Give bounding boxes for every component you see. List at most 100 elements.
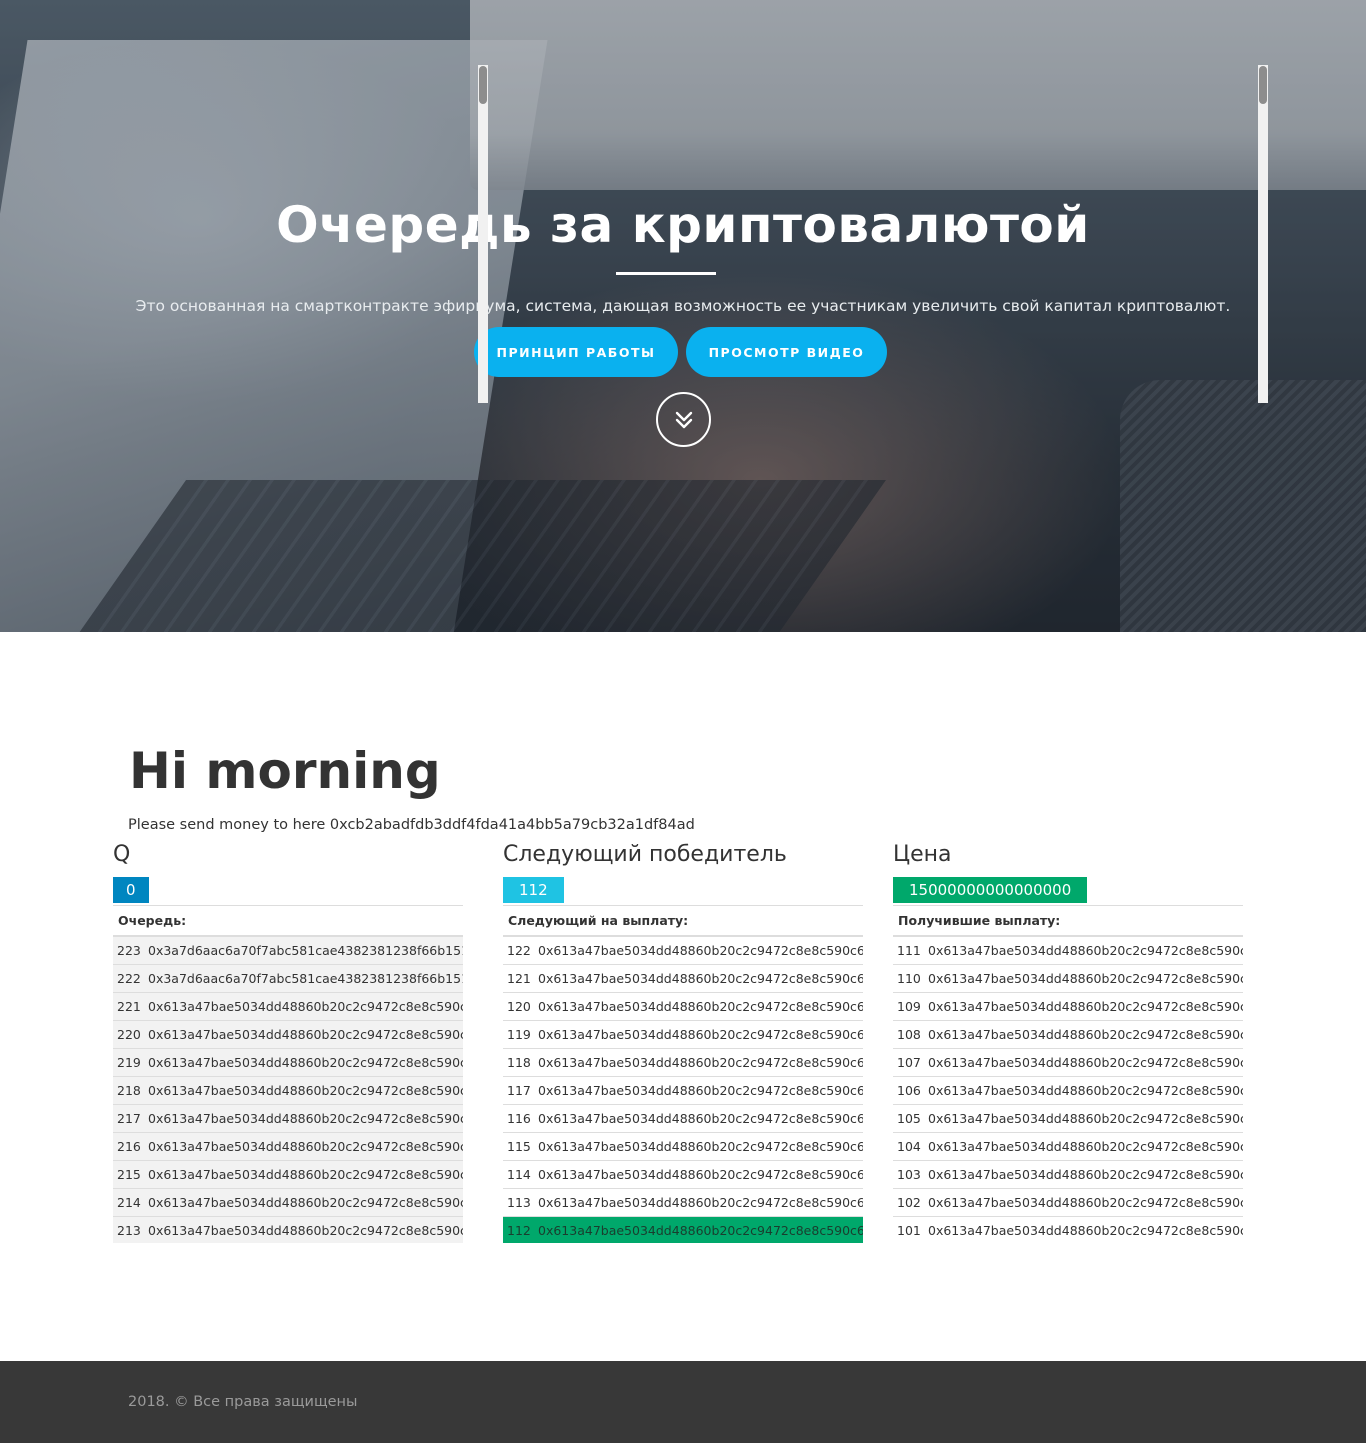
paid-out-rows: 111 0x613a47bae5034dd48860b20c2c9472c8e8c…	[893, 937, 1243, 1243]
row-address: 0x613a47bae5034dd48860b20c2c9472c8e8c590…	[538, 971, 863, 986]
queue-title: Q	[113, 842, 131, 867]
table-row: 103 0x613a47bae5034dd48860b20c2c9472c8e8c…	[893, 1161, 1243, 1189]
greeting-heading: Hi morning	[129, 742, 441, 800]
row-number: 107	[897, 1055, 921, 1070]
next-winner-table-header: Следующий на выплату:	[503, 906, 863, 937]
queue-column: Q 0 Очередь: 223 0x3a7d6aac6a70f7abc581ca…	[113, 840, 463, 1243]
row-address: 0x613a47bae5034dd48860b20c2c9472c8e8c590…	[148, 1027, 463, 1042]
row-number: 115	[507, 1139, 531, 1154]
row-number: 218	[117, 1083, 141, 1098]
row-number: 109	[897, 999, 921, 1014]
row-number: 108	[897, 1027, 921, 1042]
row-address: 0x613a47bae5034dd48860b20c2c9472c8e8c590…	[928, 1083, 1243, 1098]
table-row: 119 0x613a47bae5034dd48860b20c2c9472c8e8c…	[503, 1021, 863, 1049]
scroll-down-button[interactable]	[656, 392, 711, 447]
row-number: 112	[507, 1223, 531, 1238]
row-address: 0x3a7d6aac6a70f7abc581cae4382381238f66b1…	[148, 943, 463, 958]
hero-title: Очередь за криптовалютой	[276, 196, 1090, 254]
row-number: 215	[117, 1167, 141, 1182]
row-address: 0x613a47bae5034dd48860b20c2c9472c8e8c590…	[928, 1195, 1243, 1210]
row-address: 0x613a47bae5034dd48860b20c2c9472c8e8c590…	[148, 1111, 463, 1126]
table-row: 117 0x613a47bae5034dd48860b20c2c9472c8e8c…	[503, 1077, 863, 1105]
row-address: 0x613a47bae5034dd48860b20c2c9472c8e8c590…	[148, 1055, 463, 1070]
queue-table[interactable]: Очередь: 223 0x3a7d6aac6a70f7abc581cae438…	[113, 905, 463, 1243]
row-address: 0x613a47bae5034dd48860b20c2c9472c8e8c590…	[928, 1223, 1243, 1238]
row-address: 0x613a47bae5034dd48860b20c2c9472c8e8c590…	[148, 1083, 463, 1098]
table-row: 220 0x613a47bae5034dd48860b20c2c9472c8e8c…	[113, 1021, 463, 1049]
row-number: 103	[897, 1167, 921, 1182]
table-row: 222 0x3a7d6aac6a70f7abc581cae4382381238f6…	[113, 965, 463, 993]
row-number: 222	[117, 971, 141, 986]
queue-scrollbar[interactable]	[478, 65, 488, 403]
row-address: 0x613a47bae5034dd48860b20c2c9472c8e8c590…	[148, 999, 463, 1014]
row-number: 220	[117, 1027, 141, 1042]
table-row: 122 0x613a47bae5034dd48860b20c2c9472c8e8c…	[503, 937, 863, 965]
how-it-works-button[interactable]: ПРИНЦИП РАБОТЫ	[474, 327, 678, 377]
table-row: 116 0x613a47bae5034dd48860b20c2c9472c8e8c…	[503, 1105, 863, 1133]
row-address: 0x613a47bae5034dd48860b20c2c9472c8e8c590…	[928, 943, 1243, 958]
footer: 2018. © Все права защищены	[0, 1361, 1366, 1443]
row-address: 0x613a47bae5034dd48860b20c2c9472c8e8c590…	[538, 943, 863, 958]
row-number: 219	[117, 1055, 141, 1070]
row-number: 214	[117, 1195, 141, 1210]
row-address: 0x613a47bae5034dd48860b20c2c9472c8e8c590…	[538, 1055, 863, 1070]
row-number: 114	[507, 1167, 531, 1182]
table-row-highlighted: 112 0x613a47bae5034dd48860b20c2c9472c8e8c…	[503, 1217, 863, 1243]
hero-divider	[616, 272, 716, 275]
table-row: 213 0x613a47bae5034dd48860b20c2c9472c8e8c…	[113, 1217, 463, 1243]
table-row: 102 0x613a47bae5034dd48860b20c2c9472c8e8c…	[893, 1189, 1243, 1217]
price-value-badge: 15000000000000000	[893, 877, 1088, 903]
row-address: 0x613a47bae5034dd48860b20c2c9472c8e8c590…	[928, 971, 1243, 986]
table-row: 216 0x613a47bae5034dd48860b20c2c9472c8e8c…	[113, 1133, 463, 1161]
row-number: 122	[507, 943, 531, 958]
row-address: 0x613a47bae5034dd48860b20c2c9472c8e8c590…	[538, 1111, 863, 1126]
table-row: 104 0x613a47bae5034dd48860b20c2c9472c8e8c…	[893, 1133, 1243, 1161]
table-row: 218 0x613a47bae5034dd48860b20c2c9472c8e8c…	[113, 1077, 463, 1105]
row-number: 117	[507, 1083, 531, 1098]
table-row: 219 0x613a47bae5034dd48860b20c2c9472c8e8c…	[113, 1049, 463, 1077]
row-address: 0x613a47bae5034dd48860b20c2c9472c8e8c590…	[148, 1139, 463, 1154]
row-number: 118	[507, 1055, 531, 1070]
row-number: 104	[897, 1139, 921, 1154]
row-number: 119	[507, 1027, 531, 1042]
row-number: 121	[507, 971, 531, 986]
paid-out-scrollbar-thumb[interactable]	[1259, 66, 1267, 104]
queue-count-badge: 0	[113, 877, 149, 903]
next-winner-rows: 122 0x613a47bae5034dd48860b20c2c9472c8e8c…	[503, 937, 863, 1243]
row-number: 221	[117, 999, 141, 1014]
row-number: 101	[897, 1223, 921, 1238]
table-row: 217 0x613a47bae5034dd48860b20c2c9472c8e8c…	[113, 1105, 463, 1133]
next-winner-number-badge: 112	[503, 877, 564, 903]
hero-section: Очередь за криптовалютой Это основанная …	[0, 0, 1366, 632]
table-row: 223 0x3a7d6aac6a70f7abc581cae4382381238f6…	[113, 937, 463, 965]
row-address: 0x3a7d6aac6a70f7abc581cae4382381238f66b1…	[148, 971, 463, 986]
table-row: 121 0x613a47bae5034dd48860b20c2c9472c8e8c…	[503, 965, 863, 993]
queue-table-header: Очередь:	[113, 906, 463, 937]
row-number: 106	[897, 1083, 921, 1098]
table-row: 214 0x613a47bae5034dd48860b20c2c9472c8e8c…	[113, 1189, 463, 1217]
row-address: 0x613a47bae5034dd48860b20c2c9472c8e8c590…	[928, 1027, 1243, 1042]
row-number: 216	[117, 1139, 141, 1154]
footer-copyright: 2018. © Все права защищены	[128, 1394, 358, 1410]
double-chevron-down-icon	[675, 411, 692, 428]
next-winner-title: Следующий победитель	[503, 842, 787, 867]
next-winner-table[interactable]: Следующий на выплату: 122 0x613a47bae5034…	[503, 905, 863, 1243]
row-address: 0x613a47bae5034dd48860b20c2c9472c8e8c590…	[538, 1083, 863, 1098]
row-address: 0x613a47bae5034dd48860b20c2c9472c8e8c590…	[928, 999, 1243, 1014]
table-row: 109 0x613a47bae5034dd48860b20c2c9472c8e8c…	[893, 993, 1243, 1021]
paid-out-scrollbar[interactable]	[1258, 65, 1268, 403]
row-number: 111	[897, 943, 921, 958]
row-address: 0x613a47bae5034dd48860b20c2c9472c8e8c590…	[538, 999, 863, 1014]
paid-out-table[interactable]: Получившие выплату: 111 0x613a47bae5034dd…	[893, 905, 1243, 1243]
row-address: 0x613a47bae5034dd48860b20c2c9472c8e8c590…	[928, 1167, 1243, 1182]
row-number: 120	[507, 999, 531, 1014]
hero-subtitle: Это основанная на смартконтракте эфириум…	[135, 297, 1231, 315]
queue-scrollbar-thumb[interactable]	[479, 66, 487, 104]
next-winner-column: Следующий победитель 112 Следующий на вы…	[503, 840, 863, 1243]
row-number: 105	[897, 1111, 921, 1126]
row-address: 0x613a47bae5034dd48860b20c2c9472c8e8c590…	[538, 1139, 863, 1154]
table-row: 118 0x613a47bae5034dd48860b20c2c9472c8e8c…	[503, 1049, 863, 1077]
watch-video-button[interactable]: ПРОСМОТР ВИДЕО	[686, 327, 887, 377]
row-number: 113	[507, 1195, 531, 1210]
table-row: 111 0x613a47bae5034dd48860b20c2c9472c8e8c…	[893, 937, 1243, 965]
